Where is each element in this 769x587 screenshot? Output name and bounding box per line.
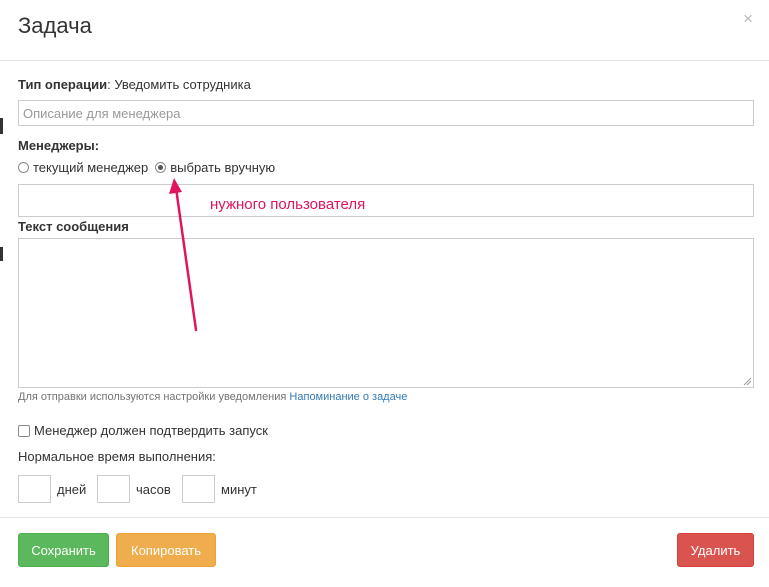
task-dialog: Задача × Тип операции: Уведомить сотрудн… [0, 0, 769, 586]
days-field: дней [18, 475, 86, 503]
managers-label: Менеджеры: [18, 138, 100, 153]
days-input[interactable] [18, 475, 51, 503]
minutes-input[interactable] [182, 475, 215, 503]
confirm-launch-checkbox[interactable] [18, 424, 30, 437]
manager-select-input[interactable] [18, 184, 754, 217]
radio-manual-select-label: выбрать вручную [170, 160, 276, 175]
annotation-text: нужного пользователя [210, 196, 366, 213]
message-textarea[interactable] [18, 238, 754, 388]
hours-input[interactable] [97, 475, 130, 503]
close-icon[interactable]: × [743, 9, 753, 29]
resize-handle-icon[interactable] [743, 377, 751, 385]
operation-type-label: Тип операции [18, 77, 108, 92]
minutes-field: минут [182, 475, 257, 503]
confirm-launch-row: Менеджер должен подтвердить запуск [18, 423, 268, 438]
operation-type-value: Уведомить сотрудника [114, 77, 251, 92]
reminder-settings-link[interactable]: Напоминание о задаче [289, 391, 407, 403]
notification-hint: Для отправки используются настройки увед… [18, 391, 407, 403]
manager-description-input[interactable] [18, 100, 754, 126]
days-unit: дней [57, 481, 87, 497]
normal-time-label: Нормальное время выполнения: [18, 449, 216, 464]
notification-hint-text: Для отправки используются настройки увед… [18, 391, 290, 403]
backdrop-edge [0, 247, 3, 261]
operation-type: Тип операции: Уведомить сотрудника [18, 77, 251, 92]
confirm-launch-label: Менеджер должен подтвердить запуск [34, 423, 268, 438]
backdrop-edge [0, 118, 3, 134]
copy-button[interactable]: Копировать [116, 533, 216, 567]
minutes-unit: минут [221, 481, 257, 497]
radio-current-manager[interactable] [18, 162, 29, 173]
dialog-header: Задача × [0, 0, 769, 61]
hours-field: часов [97, 475, 171, 503]
message-label: Текст сообщения [18, 219, 129, 234]
radio-manual-select[interactable] [155, 162, 167, 173]
save-button[interactable]: Сохранить [18, 533, 109, 567]
hours-unit: часов [136, 481, 171, 497]
radio-current-manager-label: текущий менеджер [33, 160, 149, 175]
dialog-title: Задача [18, 13, 92, 38]
delete-button[interactable]: Удалить [677, 533, 754, 567]
managers-radio-group: текущий менеджер выбрать вручную [18, 160, 275, 175]
